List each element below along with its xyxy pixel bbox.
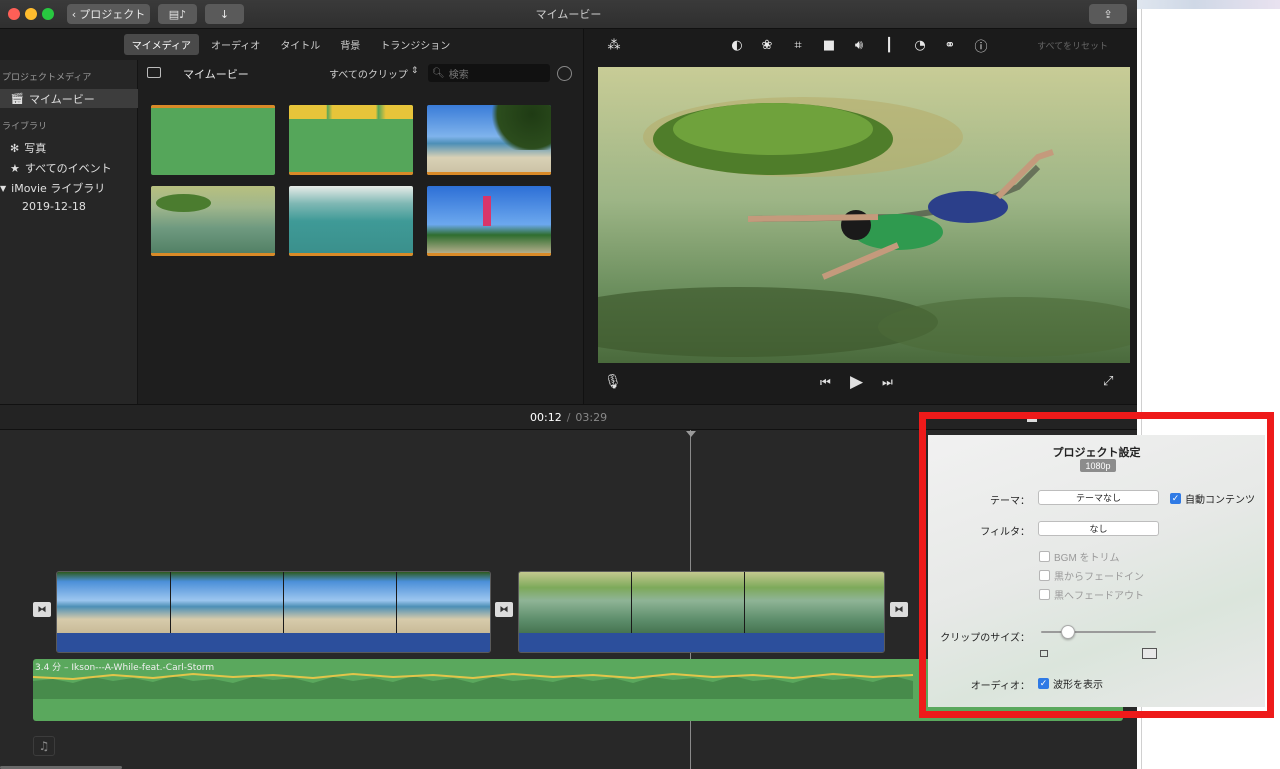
- tab-transitions[interactable]: トランジション: [372, 34, 458, 55]
- photos-flower-icon: ✻: [10, 141, 20, 155]
- transition-icon[interactable]: ⧓: [33, 602, 51, 617]
- video-frame-image: [598, 67, 1130, 363]
- clip-audio-track: [57, 633, 490, 652]
- project-media-header: プロジェクトメディア: [2, 73, 92, 83]
- tab-titles[interactable]: タイトル: [272, 34, 328, 55]
- reset-all-button[interactable]: すべてをリセット: [1037, 39, 1108, 52]
- disclosure-triangle-icon[interactable]: ▼: [0, 184, 6, 193]
- speed-gauge-icon[interactable]: ◔: [912, 37, 928, 53]
- skip-back-icon[interactable]: ⏮︎: [820, 375, 831, 390]
- red-highlight-box: [919, 412, 1274, 718]
- clip-filmstrip: [519, 572, 884, 635]
- skip-forward-icon[interactable]: ⏭︎: [882, 375, 893, 390]
- sidebar-toggle-icon[interactable]: [147, 67, 161, 78]
- media-thumbnail[interactable]: [151, 186, 275, 256]
- media-thumbnail[interactable]: [427, 105, 551, 175]
- time-separator: /: [566, 411, 571, 424]
- share-button[interactable]: ⇪: [1089, 4, 1127, 24]
- desktop-strip: [1137, 0, 1280, 9]
- share-icon: ⇪: [1103, 7, 1113, 21]
- media-thumbnail[interactable]: [151, 105, 275, 175]
- sidebar-item-label: iMovie ライブラリ: [11, 182, 106, 195]
- media-tab-bar: マイメディア オーディオ タイトル 背景 トランジション: [0, 29, 582, 60]
- search-placeholder: 検索: [448, 69, 469, 81]
- sidebar-item-all-events[interactable]: ★ すべてのイベント: [10, 160, 112, 176]
- filter-circles-icon[interactable]: ⚭: [942, 37, 958, 53]
- clip-filter-value: すべてのクリップ: [329, 70, 408, 81]
- library-sidebar: プロジェクトメディア 🎬︎ マイムービー ライブラリ ✻ 写真 ★ すべてのイベ…: [0, 60, 138, 404]
- volume-icon[interactable]: 🔊︎: [851, 37, 867, 53]
- tab-audio[interactable]: オーディオ: [203, 34, 268, 55]
- window-title: マイムービー: [535, 9, 602, 21]
- fullscreen-icon[interactable]: ⤢: [1103, 374, 1113, 389]
- total-time: 03:29: [575, 411, 608, 424]
- color-palette-icon[interactable]: ❀: [759, 37, 775, 53]
- tab-backgrounds[interactable]: 背景: [332, 34, 368, 55]
- crop-icon[interactable]: ⌗: [790, 37, 806, 53]
- adjustment-toolbar: ⁂ ◐ ❀ ⌗ ■ 🔊︎ ┃ ◔ ⚭ ⓘ すべてをリセット: [584, 29, 1137, 62]
- play-icon[interactable]: ▶: [850, 372, 863, 392]
- clip-audio-track: [519, 633, 884, 652]
- media-thumbnail[interactable]: [427, 186, 551, 256]
- gear-icon[interactable]: [557, 66, 572, 81]
- info-icon[interactable]: ⓘ: [973, 37, 989, 55]
- sidebar-item-label: 2019-12-18: [22, 200, 86, 213]
- media-thumbnail[interactable]: [289, 105, 413, 175]
- library-header: ライブラリ: [2, 122, 48, 132]
- microphone-icon[interactable]: 🎙︎: [604, 374, 622, 390]
- video-preview: [598, 67, 1130, 363]
- title-bar: ‹ プロジェクト ▤♪ ↓ マイムービー ⇪: [0, 0, 1137, 29]
- media-thumbnail[interactable]: [289, 186, 413, 256]
- transition-icon[interactable]: ⧓: [495, 602, 513, 617]
- clip-filter-select[interactable]: すべてのクリップ ⇕: [329, 66, 418, 81]
- sidebar-item-label: マイムービー: [28, 92, 95, 106]
- updown-chevron-icon: ⇕: [410, 66, 419, 76]
- current-time: 00:12: [530, 411, 562, 424]
- stabilization-camera-icon[interactable]: ■: [821, 37, 837, 53]
- sidebar-item-my-movie[interactable]: 🎬︎ マイムービー: [0, 89, 138, 108]
- sidebar-item-event[interactable]: 2019-12-18: [22, 200, 86, 213]
- browser-title: マイムービー: [183, 68, 249, 81]
- clapperboard-icon: 🎬︎: [10, 92, 24, 105]
- sidebar-item-label: 写真: [24, 142, 47, 155]
- color-balance-icon[interactable]: ◐: [729, 37, 745, 53]
- video-clip[interactable]: [56, 571, 491, 653]
- star-icon: ★: [10, 161, 20, 175]
- video-clip[interactable]: [518, 571, 885, 653]
- equalizer-icon[interactable]: ┃: [881, 37, 897, 53]
- transition-icon[interactable]: ⧓: [890, 602, 908, 617]
- sidebar-item-library[interactable]: ▼ iMovie ライブラリ: [0, 180, 105, 196]
- magic-wand-icon[interactable]: ⁂: [606, 37, 622, 53]
- sidebar-item-photos[interactable]: ✻ 写真: [10, 140, 46, 156]
- music-note-icon[interactable]: ♫: [33, 736, 55, 756]
- tab-my-media[interactable]: マイメディア: [123, 34, 199, 55]
- clip-filmstrip: [57, 572, 490, 635]
- viewer-pane: ⁂ ◐ ❀ ⌗ ■ 🔊︎ ┃ ◔ ⚭ ⓘ すべてをリセット 🎙︎ ⏮︎ ▶ ⏭︎…: [583, 29, 1137, 404]
- search-icon: 🔍︎: [432, 67, 445, 79]
- playhead-marker-icon[interactable]: [686, 431, 696, 437]
- sidebar-item-label: すべてのイベント: [24, 162, 112, 175]
- search-input[interactable]: 🔍︎ 検索: [428, 64, 550, 82]
